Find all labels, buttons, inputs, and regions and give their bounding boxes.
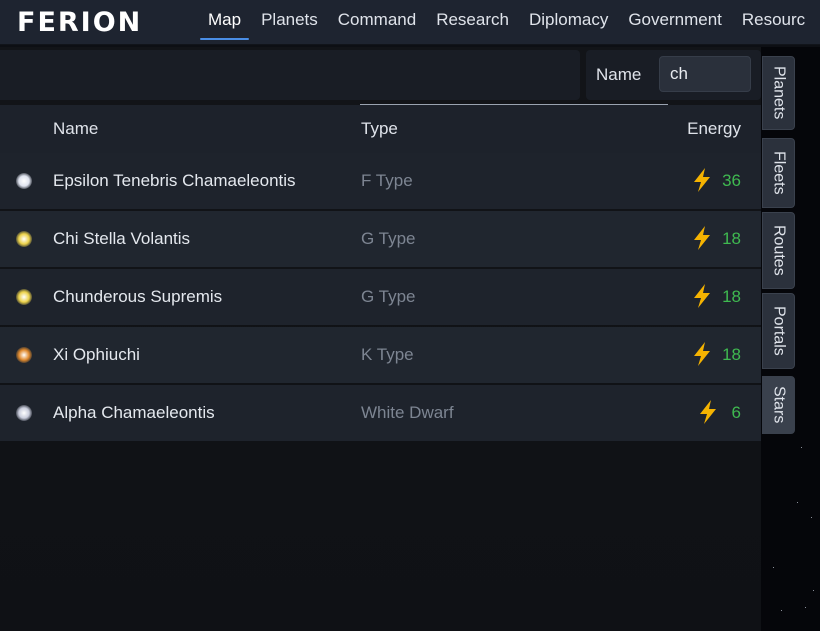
side-tab-planets[interactable]: Planets: [762, 56, 795, 130]
star-dot-icon: [16, 173, 32, 189]
side-tab-stars[interactable]: Stars: [762, 376, 795, 434]
energy-value: 18: [722, 287, 741, 306]
filter-bar-background: [0, 50, 580, 100]
app-logo[interactable]: FERION: [17, 7, 142, 38]
star-dot-icon: [16, 347, 32, 363]
stars-table-body: Epsilon Tenebris Chamaeleontis F Type 36 Ch…: [0, 153, 761, 443]
lightning-bolt-icon: [700, 400, 716, 424]
lightning-bolt-icon: [694, 226, 710, 250]
star-name: Alpha Chamaeleontis: [53, 403, 215, 422]
side-tab-portals-label: Portals: [770, 306, 788, 356]
side-tab-planets-label: Planets: [770, 66, 788, 120]
column-header-type[interactable]: Type: [361, 119, 398, 139]
star-type: White Dwarf: [361, 403, 454, 422]
stars-panel: Name Name Type Energy Epsilon Tenebris C…: [0, 47, 761, 631]
name-filter-label: Name: [596, 65, 642, 84]
main-nav: Map Planets Command Research Diplomacy G…: [198, 0, 815, 44]
type-column-sort-indicator: [360, 104, 668, 105]
star-dot-icon: [16, 289, 32, 305]
column-header-energy[interactable]: Energy: [687, 119, 741, 139]
star-name: Xi Ophiuchi: [53, 345, 140, 364]
nav-resources[interactable]: Resourc: [732, 0, 815, 44]
background-star-speck: [781, 610, 782, 611]
background-star-speck: [805, 607, 806, 608]
nav-map[interactable]: Map: [198, 0, 251, 44]
side-tab-fleets-label: Fleets: [770, 151, 788, 195]
background-star-speck: [797, 502, 798, 503]
side-tab-routes-label: Routes: [770, 225, 788, 276]
nav-government[interactable]: Government: [618, 0, 732, 44]
table-header: Name Type Energy: [0, 104, 761, 153]
star-name: Chi Stella Volantis: [53, 229, 191, 248]
nav-planets[interactable]: Planets: [251, 0, 328, 44]
side-tab-stars-label: Stars: [770, 386, 788, 424]
background-star-speck: [813, 590, 814, 591]
star-type: K Type: [361, 345, 414, 364]
star-dot-icon: [16, 231, 32, 247]
background-star-speck: [801, 447, 802, 448]
name-filter: Name: [586, 50, 761, 100]
star-type: F Type: [361, 171, 413, 190]
star-type: G Type: [361, 287, 416, 306]
table-row[interactable]: Chunderous Supremis G Type 18: [0, 269, 761, 325]
lightning-bolt-icon: [694, 342, 710, 366]
star-name: Epsilon Tenebris Chamaeleontis: [53, 171, 296, 190]
nav-research[interactable]: Research: [426, 0, 519, 44]
column-header-name[interactable]: Name: [53, 119, 98, 139]
energy-value: 18: [722, 345, 741, 364]
table-row[interactable]: Chi Stella Volantis G Type 18: [0, 211, 761, 267]
star-type: G Type: [361, 229, 416, 248]
table-row[interactable]: Alpha Chamaeleontis White Dwarf 6: [0, 385, 761, 441]
nav-diplomacy[interactable]: Diplomacy: [519, 0, 618, 44]
energy-value: 6: [731, 403, 741, 422]
side-tab-routes[interactable]: Routes: [762, 212, 795, 289]
background-star-speck: [773, 567, 774, 568]
energy-value: 18: [722, 229, 741, 248]
side-tab-portals[interactable]: Portals: [762, 293, 795, 369]
lightning-bolt-icon: [694, 284, 710, 308]
table-row[interactable]: Epsilon Tenebris Chamaeleontis F Type 36: [0, 153, 761, 209]
star-dot-icon: [16, 405, 32, 421]
energy-value: 36: [722, 171, 741, 190]
table-row[interactable]: Xi Ophiuchi K Type 18: [0, 327, 761, 383]
side-tab-bar: Planets Fleets Routes Portals Stars: [761, 47, 820, 631]
lightning-bolt-icon: [694, 168, 710, 192]
nav-command[interactable]: Command: [328, 0, 426, 44]
name-filter-input[interactable]: [659, 56, 751, 92]
top-navigation-bar: FERION Map Planets Command Research Dipl…: [0, 0, 820, 45]
side-tab-fleets[interactable]: Fleets: [762, 138, 795, 208]
background-star-speck: [811, 517, 812, 518]
star-name: Chunderous Supremis: [53, 287, 223, 306]
